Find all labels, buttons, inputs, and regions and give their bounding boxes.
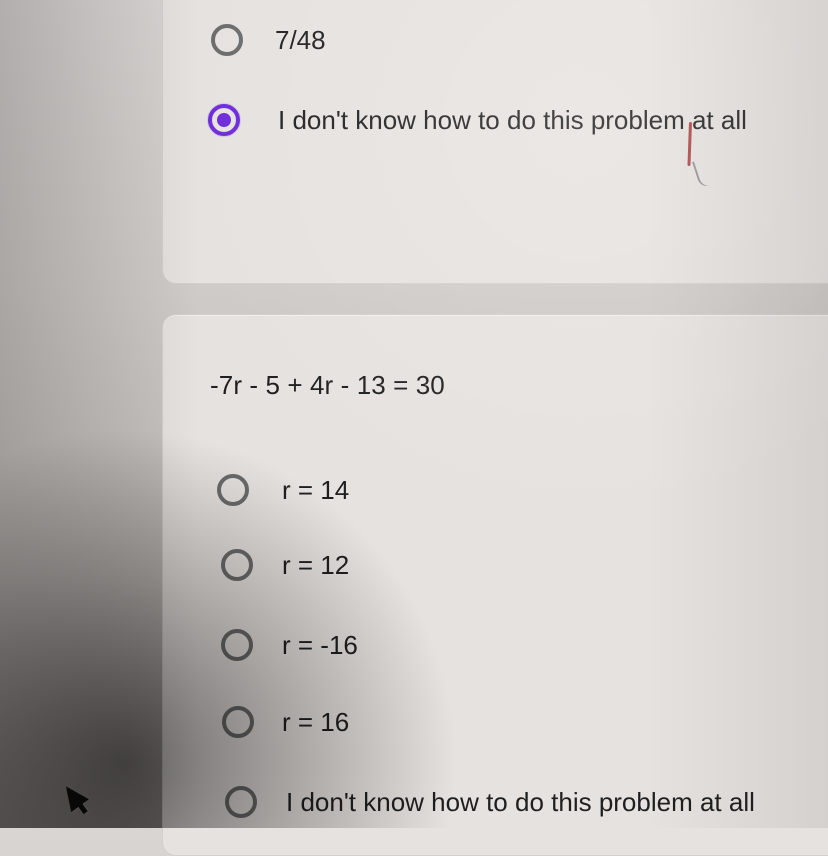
option-label: r = 12 <box>282 550 350 580</box>
answer-option-7-48[interactable]: 7/48 <box>211 24 326 56</box>
radio-button-unselected-icon[interactable] <box>211 24 243 56</box>
answer-option-r-minus-16[interactable]: r = -16 <box>221 629 358 661</box>
option-label: I don't know how to do this problem at a… <box>286 787 755 817</box>
radio-button-unselected-icon[interactable] <box>225 786 257 818</box>
radio-button-selected-icon[interactable] <box>208 104 240 136</box>
option-label: 7/48 <box>275 25 326 55</box>
answer-option-r-12[interactable]: r = 12 <box>221 549 349 581</box>
answer-option-r-16[interactable]: r = 16 <box>222 706 349 738</box>
answer-option-dont-know-selected[interactable]: I don't know how to do this problem at a… <box>208 104 747 136</box>
radio-button-unselected-icon[interactable] <box>221 629 253 661</box>
radio-button-unselected-icon[interactable] <box>222 706 254 738</box>
option-label: r = 16 <box>282 707 350 737</box>
answer-option-r-14[interactable]: r = 14 <box>217 474 349 506</box>
option-label: r = 14 <box>282 475 350 505</box>
question-equation: -7r - 5 + 4r - 13 = 30 <box>210 370 445 400</box>
option-label: r = -16 <box>282 630 358 660</box>
radio-button-unselected-icon[interactable] <box>221 549 253 581</box>
radio-button-unselected-icon[interactable] <box>217 474 249 506</box>
mouse-cursor-icon <box>57 779 89 813</box>
answer-option-dont-know[interactable]: I don't know how to do this problem at a… <box>225 786 755 818</box>
option-label: I don't know how to do this problem at a… <box>278 105 747 135</box>
